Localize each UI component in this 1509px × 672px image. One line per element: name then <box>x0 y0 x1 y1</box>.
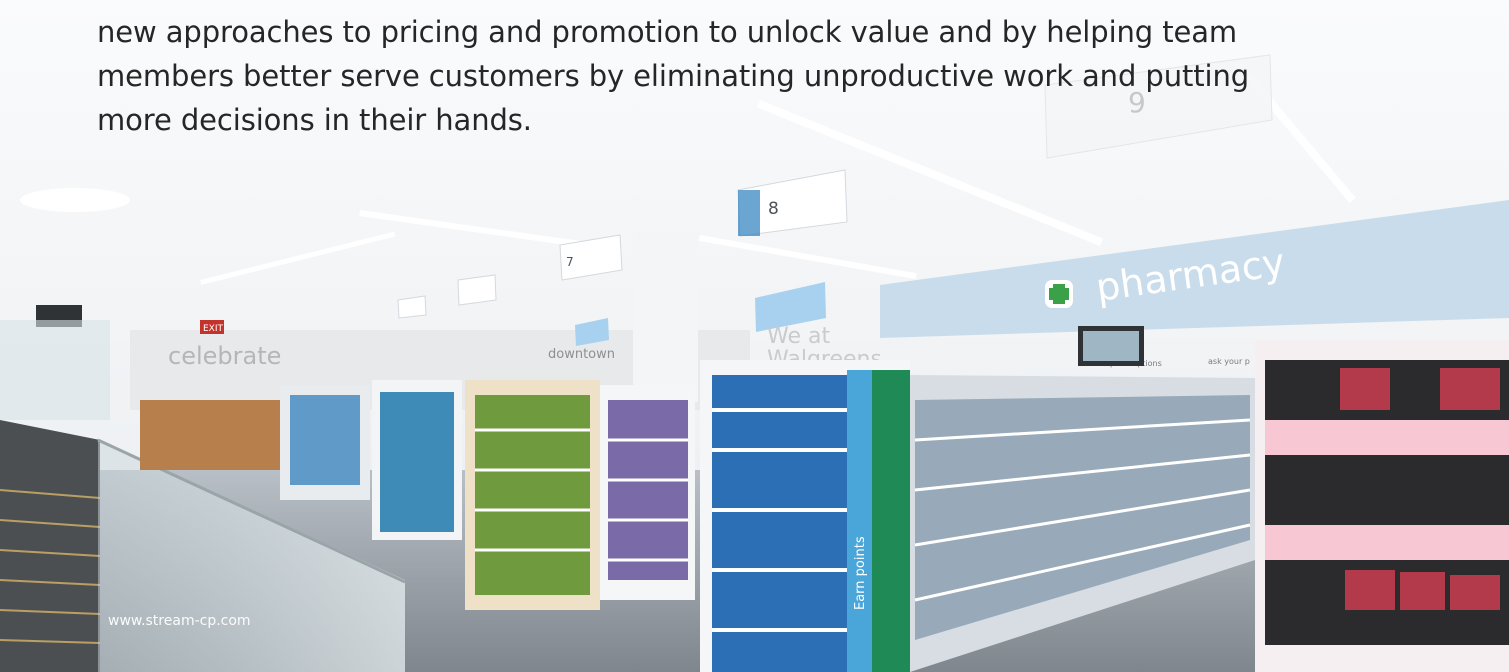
escalator <box>0 420 100 672</box>
pink-panel-1 <box>1265 420 1509 455</box>
exit-sign: EXIT <box>203 324 224 334</box>
window <box>0 320 110 420</box>
intro-line-2: members better serve customers by elimin… <box>97 59 1250 93</box>
intro-line-3: more decisions in their hands. <box>97 103 532 137</box>
watermark: www.stream-cp.com <box>108 613 251 629</box>
pink-panel-2 <box>1265 525 1509 560</box>
intro-paragraph: new approaches to pricing and promotion … <box>97 10 1477 142</box>
cosmetics-shelf-2 <box>1265 455 1509 525</box>
earn-points-sign: Earn points <box>853 536 868 610</box>
earn-points-panel <box>847 370 872 672</box>
intro-line-1: new approaches to pricing and promotion … <box>97 15 1238 49</box>
tv-image <box>1083 331 1139 361</box>
endcap-products <box>712 375 847 672</box>
green-products <box>872 370 910 672</box>
pharmacy-counter-wall <box>880 338 1260 368</box>
aisle-8-number: 8 <box>768 199 779 219</box>
downtown-sign: downtown <box>548 347 615 362</box>
aisle-7-number: 7 <box>566 255 574 269</box>
celebrate-sign: celebrate <box>168 342 281 370</box>
counter-text-right: ask your p <box>1208 357 1250 366</box>
column <box>633 232 698 402</box>
pharmacy-cross-h <box>1049 288 1069 300</box>
we-at-sign: We at <box>767 324 830 349</box>
